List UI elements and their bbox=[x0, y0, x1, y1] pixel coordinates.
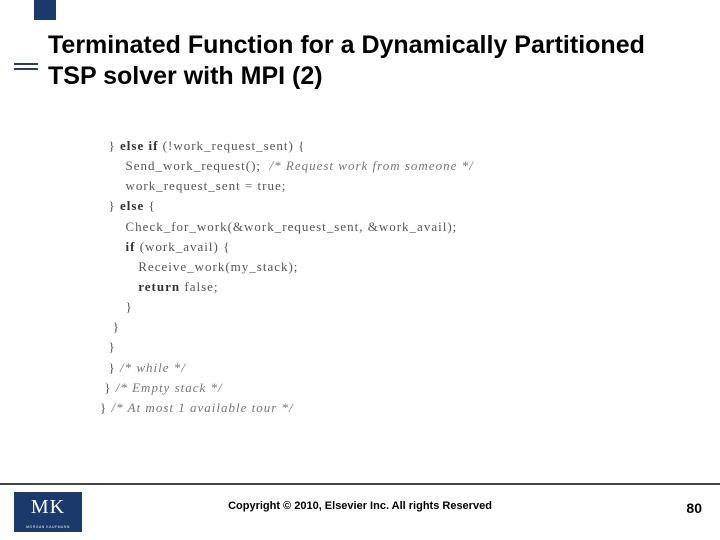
header-tab bbox=[34, 0, 56, 20]
code-line: } else { bbox=[100, 198, 156, 213]
slide-title: Terminated Function for a Dynamically Pa… bbox=[48, 30, 680, 93]
code-line: Receive_work(my_stack); bbox=[100, 259, 298, 274]
copyright-text: Copyright © 2010, Elsevier Inc. All righ… bbox=[0, 500, 720, 512]
slide: Terminated Function for a Dynamically Pa… bbox=[0, 0, 720, 540]
code-line: } /* Empty stack */ bbox=[100, 380, 223, 395]
header-rule-2 bbox=[14, 68, 38, 70]
code-line: if (work_avail) { bbox=[100, 239, 230, 254]
logo-subtext: MORGAN KAUFMANN bbox=[14, 525, 82, 529]
code-line: } bbox=[100, 319, 120, 334]
code-line: } bbox=[100, 299, 133, 314]
code-line: } bbox=[100, 339, 116, 354]
footer-rule bbox=[0, 483, 720, 485]
code-line: return false; bbox=[100, 279, 219, 294]
code-line: } else if (!work_request_sent) { bbox=[100, 138, 305, 153]
code-line: work_request_sent = true; bbox=[100, 178, 286, 193]
code-line: Check_for_work(&work_request_sent, &work… bbox=[100, 219, 457, 234]
code-line: Send_work_request(); /* Request work fro… bbox=[100, 158, 474, 173]
code-line: } /* At most 1 available tour */ bbox=[100, 400, 294, 415]
page-number: 80 bbox=[686, 500, 702, 516]
publisher-logo: MK MORGAN KAUFMANN bbox=[14, 492, 82, 532]
code-line: } /* while */ bbox=[100, 360, 186, 375]
header-rule-1 bbox=[14, 63, 38, 65]
code-block: } else if (!work_request_sent) { Send_wo… bbox=[100, 136, 660, 418]
